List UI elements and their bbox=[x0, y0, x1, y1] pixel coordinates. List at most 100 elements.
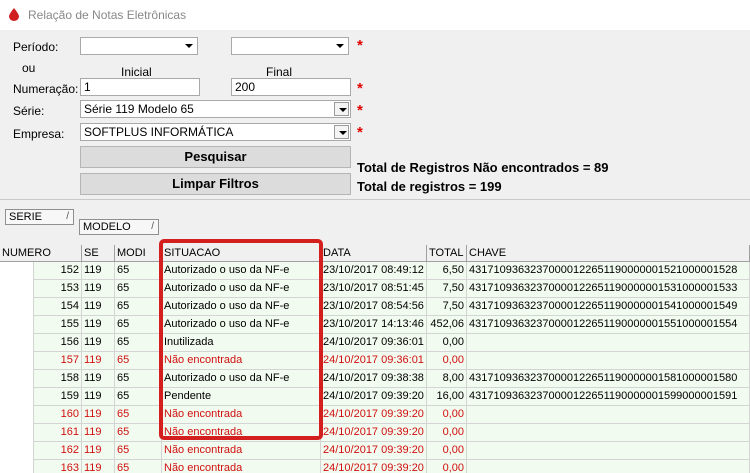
cell-total: 0,00 bbox=[427, 460, 467, 473]
cell-numero: 158 bbox=[34, 370, 82, 388]
required-marker: * bbox=[357, 102, 363, 119]
table-row[interactable]: 153 119 65 Autorizado o uso da NF-e 23/10/20… bbox=[0, 280, 750, 298]
group-indent bbox=[0, 298, 34, 316]
group-indent bbox=[0, 334, 34, 352]
col-header-data[interactable]: DATA bbox=[321, 245, 427, 262]
cell-modelo: 65 bbox=[115, 460, 162, 473]
situacao-highlight-box bbox=[159, 239, 323, 440]
cell-numero: 159 bbox=[34, 388, 82, 406]
title-bar: Relação de Notas Eletrônicas bbox=[0, 0, 750, 30]
cell-modelo: 65 bbox=[115, 406, 162, 424]
table-row[interactable]: 152 119 65 Autorizado o uso da NF-e 23/10/20… bbox=[0, 262, 750, 280]
group-serie-tag[interactable]: SERIE / bbox=[5, 209, 74, 225]
window-title: Relação de Notas Eletrônicas bbox=[28, 8, 187, 22]
numeracao-inicial-input[interactable]: 1 bbox=[80, 78, 200, 96]
cell-data: 24/10/2017 09:39:20 bbox=[321, 424, 427, 442]
cell-chave: 4317109363237000012265119000000155100000… bbox=[467, 316, 750, 334]
cell-serie: 119 bbox=[82, 460, 115, 473]
chevron-down-icon[interactable] bbox=[334, 102, 349, 116]
table-row[interactable]: 157 119 65 Não encontrada 24/10/2017 09:36:0… bbox=[0, 352, 750, 370]
cell-serie: 119 bbox=[82, 316, 115, 334]
cell-serie: 119 bbox=[82, 388, 115, 406]
group-indent bbox=[0, 262, 34, 280]
cell-data: 24/10/2017 09:39:20 bbox=[321, 442, 427, 460]
cell-chave bbox=[467, 442, 750, 460]
empresa-label: Empresa: bbox=[13, 127, 65, 141]
cell-data: 23/10/2017 08:49:12 bbox=[321, 262, 427, 280]
cell-numero: 163 bbox=[34, 460, 82, 473]
notas-grid[interactable]: NUMERO SE MODI SITUACAO DATA TOTAL CHAVE… bbox=[0, 245, 750, 473]
col-header-modelo[interactable]: MODI bbox=[115, 245, 162, 262]
table-row[interactable]: 163 119 65 Não encontrada 24/10/2017 09:39:2… bbox=[0, 460, 750, 473]
cell-modelo: 65 bbox=[115, 388, 162, 406]
cell-data: 23/10/2017 08:54:56 bbox=[321, 298, 427, 316]
cell-serie: 119 bbox=[82, 442, 115, 460]
col-header-numero[interactable]: NUMERO bbox=[0, 245, 82, 262]
cell-data: 23/10/2017 08:51:45 bbox=[321, 280, 427, 298]
table-row[interactable]: 154 119 65 Autorizado o uso da NF-e 23/10/20… bbox=[0, 298, 750, 316]
cell-serie: 119 bbox=[82, 262, 115, 280]
cell-modelo: 65 bbox=[115, 334, 162, 352]
cell-chave: 4317109363237000012265119000000158100000… bbox=[467, 370, 750, 388]
table-row[interactable]: 158 119 65 Autorizado o uso da NF-e 24/10/20… bbox=[0, 370, 750, 388]
group-indent bbox=[0, 424, 34, 442]
cell-modelo: 65 bbox=[115, 262, 162, 280]
cell-data: 24/10/2017 09:39:20 bbox=[321, 460, 427, 473]
cell-chave bbox=[467, 424, 750, 442]
cell-data: 24/10/2017 09:38:38 bbox=[321, 370, 427, 388]
cell-serie: 119 bbox=[82, 334, 115, 352]
inicial-label: Inicial bbox=[121, 65, 152, 79]
col-header-serie[interactable]: SE bbox=[82, 245, 115, 262]
cell-data: 24/10/2017 09:39:20 bbox=[321, 406, 427, 424]
group-indent bbox=[0, 280, 34, 298]
group-modelo-tag[interactable]: MODELO / bbox=[79, 219, 159, 235]
cell-serie: 119 bbox=[82, 406, 115, 424]
chevron-down-icon[interactable] bbox=[181, 39, 196, 53]
serie-select[interactable]: Série 119 Modelo 65 bbox=[80, 100, 351, 118]
group-indent bbox=[0, 352, 34, 370]
cell-total: 6,50 bbox=[427, 262, 467, 280]
table-row[interactable]: 160 119 65 Não encontrada 24/10/2017 09:39:2… bbox=[0, 406, 750, 424]
cell-total: 16,00 bbox=[427, 388, 467, 406]
group-indent bbox=[0, 370, 34, 388]
col-header-chave[interactable]: CHAVE bbox=[467, 245, 750, 262]
cell-modelo: 65 bbox=[115, 316, 162, 334]
pesquisar-button[interactable]: Pesquisar bbox=[80, 146, 351, 168]
nao-encontrados-summary: Total de Registros Não encontrados = 89 bbox=[357, 160, 609, 175]
chevron-down-icon[interactable] bbox=[332, 39, 347, 53]
final-label: Final bbox=[266, 65, 293, 79]
numeracao-final-input[interactable]: 200 bbox=[231, 78, 351, 96]
chevron-down-icon[interactable] bbox=[334, 125, 349, 139]
periodo-final-select[interactable] bbox=[231, 37, 349, 55]
cell-modelo: 65 bbox=[115, 370, 162, 388]
cell-modelo: 65 bbox=[115, 424, 162, 442]
cell-numero: 152 bbox=[34, 262, 82, 280]
table-row[interactable]: 161 119 65 Não encontrada 24/10/2017 09:39:2… bbox=[0, 424, 750, 442]
cell-total: 0,00 bbox=[427, 334, 467, 352]
cell-modelo: 65 bbox=[115, 352, 162, 370]
cell-data: 24/10/2017 09:39:20 bbox=[321, 388, 427, 406]
group-indent bbox=[0, 442, 34, 460]
table-row[interactable]: 156 119 65 Inutilizada 24/10/2017 09:36:01 0,… bbox=[0, 334, 750, 352]
cell-chave: 4317109363237000012265119000000153100000… bbox=[467, 280, 750, 298]
cell-serie: 119 bbox=[82, 298, 115, 316]
table-row[interactable]: 162 119 65 Não encontrada 24/10/2017 09:39:2… bbox=[0, 442, 750, 460]
cell-data: 23/10/2017 14:13:46 bbox=[321, 316, 427, 334]
cell-chave: 4317109363237000012265119000000152100000… bbox=[467, 262, 750, 280]
cell-chave bbox=[467, 460, 750, 473]
periodo-inicial-select[interactable] bbox=[80, 37, 198, 55]
cell-chave bbox=[467, 334, 750, 352]
cell-numero: 153 bbox=[34, 280, 82, 298]
empresa-select[interactable]: SOFTPLUS INFORMÁTICA bbox=[80, 123, 351, 141]
sort-icon: / bbox=[66, 211, 69, 222]
required-marker: * bbox=[357, 80, 363, 97]
required-marker: * bbox=[357, 37, 363, 54]
col-header-total[interactable]: TOTAL bbox=[427, 245, 467, 262]
cell-data: 24/10/2017 09:36:01 bbox=[321, 352, 427, 370]
table-row[interactable]: 155 119 65 Autorizado o uso da NF-e 23/10/20… bbox=[0, 316, 750, 334]
table-row[interactable]: 159 119 65 Pendente 24/10/2017 09:39:20 16,00… bbox=[0, 388, 750, 406]
cell-chave bbox=[467, 352, 750, 370]
limpar-filtros-button[interactable]: Limpar Filtros bbox=[80, 173, 351, 195]
group-indent bbox=[0, 316, 34, 334]
cell-situacao: Não encontrada bbox=[162, 442, 321, 460]
